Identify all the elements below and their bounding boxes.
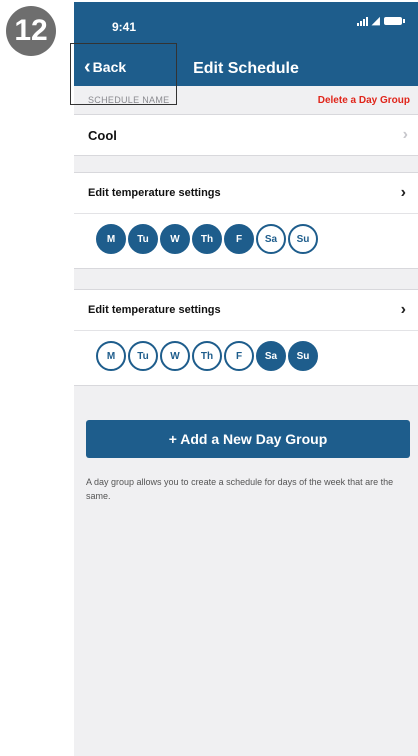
day-toggle-sunday[interactable]: Su [288,224,318,254]
day-toggle-thursday[interactable]: Th [192,341,222,371]
add-day-group-button[interactable]: + Add a New Day Group [86,420,410,458]
day-group-card: Edit temperature settings › M Tu W Th F … [74,172,418,269]
page-title: Edit Schedule [193,60,299,77]
day-selector: M Tu W Th F Sa Su [74,331,418,385]
edit-temperature-label: Edit temperature settings [88,187,221,199]
edit-temperature-row[interactable]: Edit temperature settings › [74,290,418,331]
chevron-right-icon: › [400,301,406,318]
day-toggle-saturday[interactable]: Sa [256,224,286,254]
day-toggle-wednesday[interactable]: W [160,224,190,254]
day-toggle-monday[interactable]: M [96,341,126,371]
day-toggle-tuesday[interactable]: Tu [128,341,158,371]
wifi-icon: ◢ [371,15,380,27]
chevron-right-icon: › [400,184,406,201]
schedule-name-row[interactable]: Cool › [74,114,418,156]
chevron-right-icon: › [402,126,408,143]
step-number-badge: 12 [6,6,56,56]
day-toggle-friday[interactable]: F [224,224,254,254]
edit-temperature-row[interactable]: Edit temperature settings › [74,173,418,214]
help-text: A day group allows you to create a sched… [86,477,394,501]
delete-day-group-link[interactable]: Delete a Day Group [318,95,410,106]
day-toggle-friday[interactable]: F [224,341,254,371]
status-icons: ◢ [356,15,405,27]
top-bar: 9:41 ◢ ‹ Back Edit Schedule [74,2,418,86]
schedule-name: Cool [88,127,117,143]
day-toggle-tuesday[interactable]: Tu [128,224,158,254]
phone-screen: 9:41 ◢ ‹ Back Edit Schedule SCHEDULE NAM… [74,2,418,756]
status-time: 9:41 [112,20,137,34]
day-toggle-sunday[interactable]: Su [288,341,318,371]
day-toggle-monday[interactable]: M [96,224,126,254]
edit-temperature-label: Edit temperature settings [88,304,221,316]
section-label: SCHEDULE NAME [88,95,170,105]
day-selector: M Tu W Th F Sa Su [74,214,418,268]
day-toggle-thursday[interactable]: Th [192,224,222,254]
day-group-card: Edit temperature settings › M Tu W Th F … [74,289,418,386]
day-toggle-saturday[interactable]: Sa [256,341,286,371]
day-toggle-wednesday[interactable]: W [160,341,190,371]
battery-icon [384,17,405,25]
schedule-name-header: SCHEDULE NAME Delete a Day Group [74,86,418,114]
signal-icon [356,16,368,26]
